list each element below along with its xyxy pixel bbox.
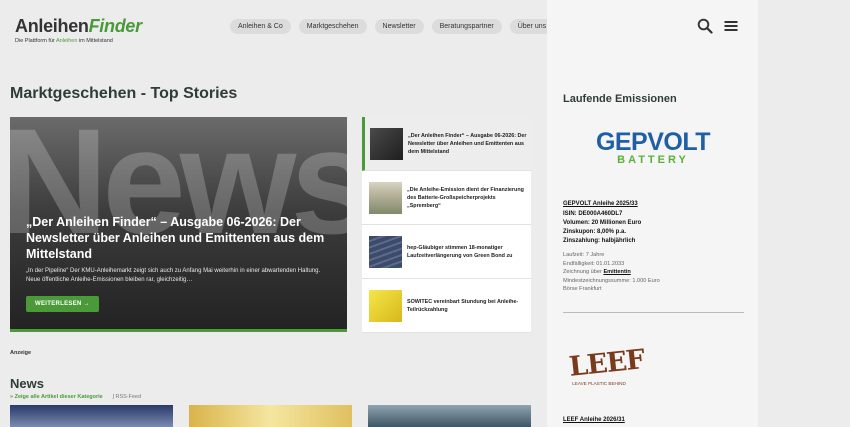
story-title[interactable]: hep-Gläubiger stimmen 18-monatiger Laufz…: [407, 244, 531, 260]
story-thumbnail: [370, 127, 403, 160]
nav-anleihen[interactable]: Anleihen & Co: [230, 19, 291, 34]
sidebar-divider: [563, 312, 744, 313]
news-thumbnail[interactable]: [368, 405, 531, 427]
search-icon[interactable]: [697, 18, 713, 34]
main-nav: Anleihen & Co Marktgeschehen Newsletter …: [230, 19, 555, 34]
logo-wordmark: AnleihenFinder: [15, 16, 142, 36]
story-item[interactable]: hep-Gläubiger stimmen 18-monatiger Laufz…: [362, 225, 531, 279]
story-item[interactable]: „Die Anleihe-Emission dient der Finanzie…: [362, 171, 531, 225]
nav-beratungspartner[interactable]: Beratungspartner: [431, 19, 502, 34]
logo-tagline: Die Plattform für Anleihen im Mittelstan…: [15, 38, 113, 44]
main-column: AnleihenFinder Die Plattform für Anleihe…: [0, 0, 555, 427]
site-logo[interactable]: AnleihenFinder Die Plattform für Anleihe…: [15, 16, 142, 44]
story-title[interactable]: „Die Anleihe-Emission dient der Finanzie…: [407, 186, 531, 210]
story-title[interactable]: „Der Anleihen Finder“ – Ausgabe 06-2026:…: [408, 132, 531, 156]
story-item[interactable]: „Der Anleihen Finder“ – Ausgabe 06-2026:…: [362, 117, 531, 171]
nav-marktgeschehen[interactable]: Marktgeschehen: [298, 19, 367, 34]
hero-title[interactable]: „Der Anleihen Finder“ – Ausgabe 06-2026:…: [26, 214, 331, 262]
emission-title-gepvolt[interactable]: GEPVOLT Anleihe 2025/33: [563, 201, 638, 207]
hero-story[interactable]: News „Der Anleihen Finder“ – Ausgabe 06-…: [10, 117, 347, 332]
story-thumbnail: [369, 235, 402, 268]
emission-title-leef[interactable]: LEEF Anleihe 2026/31: [563, 417, 625, 423]
right-gutter: [758, 0, 850, 427]
story-thumbnail: [369, 181, 402, 214]
leef-logo[interactable]: LEEF LEAVE PLASTIC BEHIND: [568, 344, 649, 387]
news-links: » Zeige alle Artikel dieser Kategorie ʃ …: [10, 394, 141, 400]
emission-meta: Laufzeit: 7 Jahre Endfälligkeit: 01.01.2…: [563, 252, 660, 293]
news-thumbnail[interactable]: [189, 405, 352, 427]
read-more-button[interactable]: WEITERLESEN →: [26, 296, 99, 312]
story-title[interactable]: SOWITEC vereinbart Stundung bei Anleihe-…: [407, 298, 531, 314]
emittentin-link[interactable]: Emittentin: [603, 269, 630, 275]
gepvolt-logo[interactable]: GEPVOLT BATTERY: [587, 128, 719, 166]
sidebar-emissions: Laufende Emissionen GEPVOLT BATTERY GEPV…: [547, 0, 758, 427]
story-thumbnail: [369, 289, 402, 322]
hero-excerpt: „In der Pipeline“ Der KMU-Anleihemarkt z…: [26, 268, 321, 283]
header-icons: [697, 18, 739, 34]
ad-label: Anzeige: [10, 350, 32, 356]
nav-newsletter[interactable]: Newsletter: [374, 19, 424, 34]
menu-icon[interactable]: [723, 18, 739, 34]
story-item[interactable]: SOWITEC vereinbart Stundung bei Anleihe-…: [362, 279, 531, 333]
emission-facts: ISIN: DE000A460DL7 Volumen: 20 Millionen…: [563, 211, 642, 244]
rss-feed-link[interactable]: ʃ RSS-Feed: [113, 394, 141, 400]
show-all-articles-link[interactable]: » Zeige alle Artikel dieser Kategorie: [10, 394, 103, 400]
sidebar-title: Laufende Emissionen: [563, 93, 677, 105]
top-stories-list: „Der Anleihen Finder“ – Ausgabe 06-2026:…: [362, 117, 531, 333]
page-title: Marktgeschehen - Top Stories: [10, 85, 238, 102]
news-heading: News: [10, 376, 44, 391]
news-thumbnail[interactable]: [10, 405, 173, 427]
